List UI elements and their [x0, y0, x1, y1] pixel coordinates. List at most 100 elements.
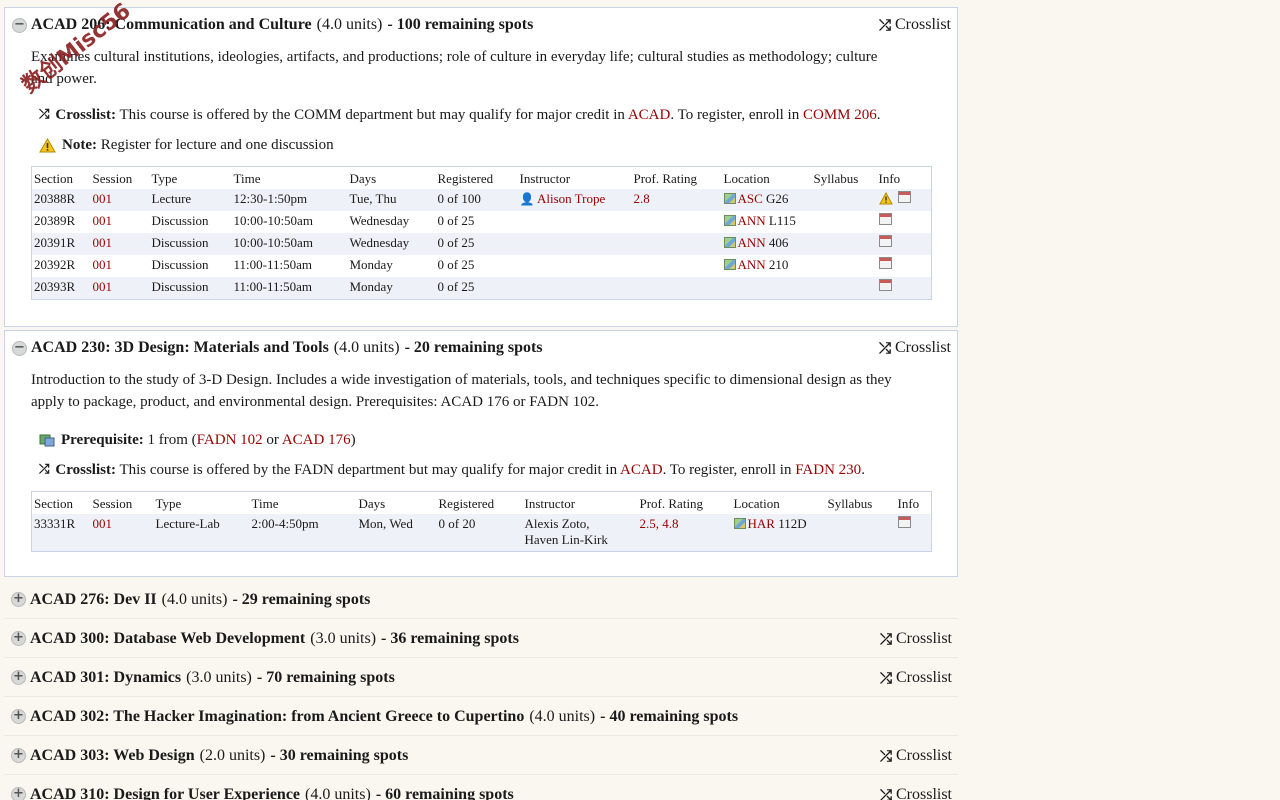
location-cell: ANN 210 — [721, 255, 812, 277]
rating-link[interactable]: 2.8 — [631, 189, 722, 211]
section-registered: 0 of 20 — [436, 513, 523, 552]
course-header[interactable]: + ACAD 303: Web Design (2.0 units) - 30 … — [4, 736, 958, 775]
calendar-icon[interactable] — [897, 191, 911, 203]
room-number: 210 — [768, 257, 789, 272]
syllabus-cell — [811, 189, 877, 211]
rating-link[interactable]: 4.8 — [662, 516, 678, 531]
col-session: Session — [90, 491, 154, 514]
col-days: Days — [356, 491, 437, 514]
section-days: Monday — [347, 277, 436, 299]
sections-table: Section Session Type Time Days Registere… — [31, 166, 932, 300]
course-header[interactable]: + ACAD 302: The Hacker Imagination: from… — [4, 697, 958, 736]
expand-toggle-icon[interactable]: + — [11, 670, 26, 685]
course-header[interactable]: + ACAD 301: Dynamics (3.0 units) - 70 re… — [4, 658, 958, 697]
section-type: Lecture — [149, 189, 232, 211]
collapse-toggle-icon[interactable]: − — [12, 340, 27, 356]
prereq-text-mid: or — [262, 431, 282, 448]
crosslist-button[interactable]: ⤮ Crosslist — [880, 669, 952, 687]
section-id: 20389R — [31, 211, 91, 233]
prereq-link[interactable]: ACAD 176 — [282, 432, 351, 448]
dept-link[interactable]: ACAD — [620, 462, 663, 478]
course-units: (4.0 units) — [529, 707, 596, 725]
crosslist-note-text-mid: . To register, enroll in — [670, 107, 800, 123]
prereq-label: Prerequisite: — [61, 431, 144, 448]
room-number: 406 — [768, 235, 789, 250]
expand-toggle-icon[interactable]: + — [11, 787, 26, 800]
instructor-link[interactable]: Alison Trope — [537, 191, 605, 206]
section-time: 11:00-11:50am — [231, 277, 348, 299]
course-spots: - 29 remaining spots — [232, 590, 371, 608]
course-title: ACAD 300: Database Web Development — [30, 629, 306, 647]
building-link[interactable]: ASC — [738, 191, 763, 206]
section-time: 12:30-1:50pm — [231, 189, 348, 211]
table-row: 33331R 001 Lecture-Lab 2:00-4:50pm Mon, … — [31, 513, 932, 552]
crosslist-button[interactable]: ⤮ Crosslist — [879, 16, 951, 34]
prereq-text: 1 from ( — [147, 431, 197, 448]
calendar-icon[interactable] — [878, 213, 892, 225]
building-link[interactable]: ANN — [738, 235, 766, 250]
note-text: Register for lecture and one discussion — [100, 137, 334, 153]
section-registered: 0 of 25 — [435, 233, 518, 255]
dept-link[interactable]: ACAD — [628, 107, 671, 123]
instructor-name: Alexis Zoto, — [524, 515, 590, 531]
course-units: (3.0 units) — [186, 668, 252, 686]
course-collapsed: + ACAD 301: Dynamics (3.0 units) - 70 re… — [4, 658, 958, 697]
expand-toggle-icon[interactable]: + — [11, 631, 26, 646]
course-collapsed: + ACAD 310: Design for User Experience (… — [4, 775, 958, 800]
instructor-cell: Alexis Zoto, Haven Lin-Kirk — [522, 513, 638, 552]
shuffle-icon: ⤮ — [879, 669, 892, 687]
session-link[interactable]: 001 — [90, 513, 154, 552]
instructor-cell — [517, 233, 632, 255]
session-link[interactable]: 001 — [90, 189, 150, 211]
col-session: Session — [90, 166, 150, 189]
sections-table: Section Session Type Time Days Registere… — [31, 490, 932, 552]
course-collapsed: + ACAD 276: Dev II (4.0 units) - 29 rema… — [4, 580, 958, 619]
session-link[interactable]: 001 — [90, 233, 150, 255]
section-type: Discussion — [149, 255, 232, 277]
rating-link[interactable]: 2.5 — [640, 516, 656, 531]
session-link[interactable]: 001 — [90, 211, 150, 233]
course-header[interactable]: + ACAD 310: Design for User Experience (… — [4, 775, 958, 800]
col-location: Location — [721, 166, 812, 189]
section-type: Lecture-Lab — [153, 513, 250, 552]
instructor-cell — [517, 255, 632, 277]
shuffle-icon: ⤮ — [879, 786, 892, 800]
warning-icon[interactable] — [878, 192, 893, 205]
session-link[interactable]: 001 — [90, 255, 150, 277]
calendar-icon[interactable] — [878, 257, 892, 269]
calendar-icon[interactable] — [878, 235, 892, 247]
col-syllabus: Syllabus — [811, 166, 877, 189]
course-header[interactable]: − ACAD 206: Communication and Culture (4… — [5, 8, 957, 42]
expand-toggle-icon[interactable]: + — [11, 709, 26, 724]
building-link[interactable]: ANN — [738, 257, 766, 272]
section-time: 10:00-10:50am — [231, 233, 348, 255]
crosslist-button[interactable]: ⤮ Crosslist — [880, 630, 952, 648]
table-row: 20392R 001 Discussion 11:00-11:50am Mond… — [31, 255, 932, 277]
crosslist-button[interactable]: ⤮ Crosslist — [880, 786, 952, 800]
course-header[interactable]: + ACAD 276: Dev II (4.0 units) - 29 rema… — [4, 580, 958, 619]
crosslist-button[interactable]: ⤮ Crosslist — [880, 747, 952, 765]
expand-toggle-icon[interactable]: + — [11, 748, 26, 763]
prereq-text-end: ) — [350, 431, 356, 448]
room-number: 112D — [778, 515, 807, 531]
course-spots: - 60 remaining spots — [375, 785, 514, 800]
building-link[interactable]: HAR — [748, 516, 775, 531]
map-icon — [723, 259, 736, 270]
course-spots: - 100 remaining spots — [387, 16, 534, 33]
building-link[interactable]: ANN — [738, 213, 766, 228]
expand-toggle-icon[interactable]: + — [11, 592, 26, 607]
collapse-toggle-icon[interactable]: − — [12, 18, 27, 33]
course-header[interactable]: − ACAD 230: 3D Design: Materials and Too… — [5, 331, 957, 365]
course-collapsed: + ACAD 303: Web Design (2.0 units) - 30 … — [4, 736, 958, 775]
prereq-link[interactable]: FADN 102 — [197, 432, 263, 448]
calendar-icon[interactable] — [897, 515, 911, 528]
rating-cell — [631, 233, 722, 255]
register-course-link[interactable]: COMM 206 — [803, 107, 877, 123]
register-course-link[interactable]: FADN 230 — [795, 462, 861, 478]
course-header[interactable]: + ACAD 300: Database Web Development (3.… — [4, 619, 958, 658]
session-link[interactable]: 001 — [90, 277, 150, 299]
crosslist-button[interactable]: ⤮ Crosslist — [879, 339, 951, 357]
crosslist-note-text: This course is offered by the COMM depar… — [119, 107, 625, 123]
warning-icon — [39, 137, 56, 152]
calendar-icon[interactable] — [878, 279, 892, 291]
